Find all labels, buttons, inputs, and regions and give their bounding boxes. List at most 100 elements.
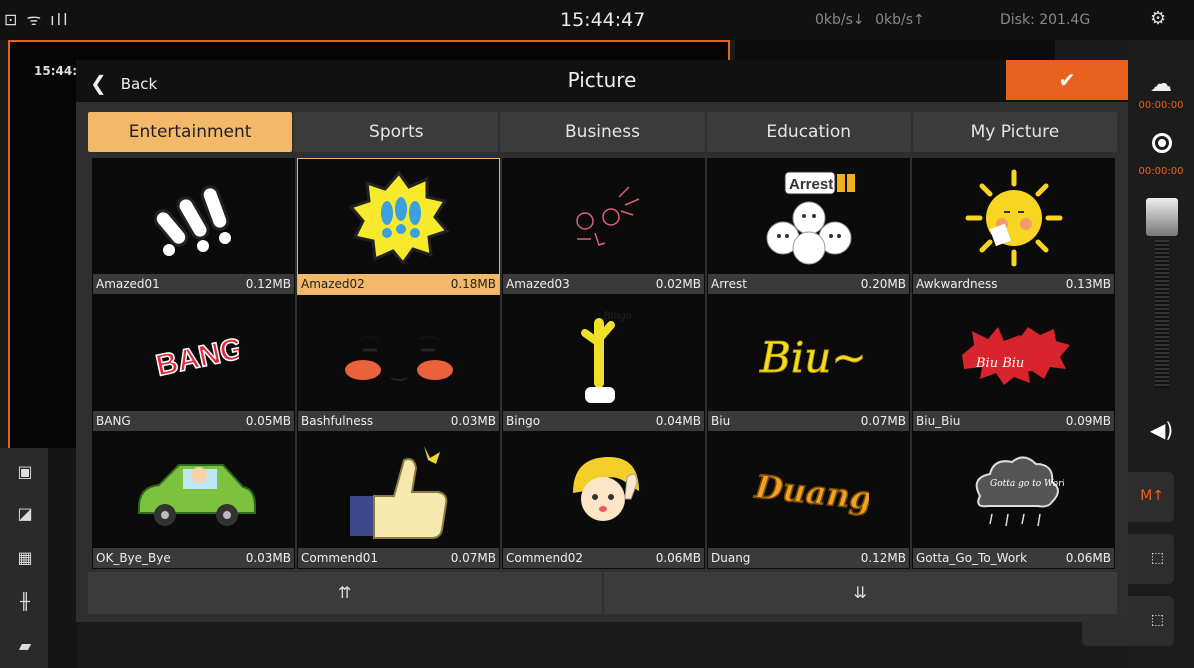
picture-size: 0.04MB	[655, 414, 701, 428]
biubiu-sticker-icon: Biu Biu	[913, 296, 1114, 413]
picture-name: Commend01	[301, 551, 378, 565]
picture-size: 0.03MB	[450, 414, 496, 428]
arrest-sticker-icon: Arrest	[708, 159, 909, 276]
picture-size: 0.05MB	[245, 414, 291, 428]
mixer-tool-icon[interactable]: ╫	[14, 592, 36, 614]
pip-tool-icon[interactable]: ◪	[14, 504, 36, 526]
confirm-button[interactable]: ✔	[1006, 60, 1128, 100]
girl-thumbs-sticker-icon	[503, 433, 704, 550]
picture-name: Commend02	[506, 551, 583, 565]
picture-caption: Gotta_Go_To_Work 0.06MB	[913, 548, 1114, 568]
picture-caption: Amazed01 0.12MB	[93, 274, 294, 294]
picture-grid: Amazed01 0.12MB Amazed02 0.18MB Amazed03 0.…	[92, 158, 1115, 569]
picture-caption: Awkwardness 0.13MB	[913, 274, 1114, 294]
sketch-face-sticker-icon	[503, 159, 704, 276]
picture-size: 0.20MB	[860, 277, 906, 291]
svg-text:Duang: Duang	[752, 467, 869, 517]
left-toolbar: ▣ ◪ ▦ ╫ ▰	[0, 448, 48, 668]
picture-item[interactable]: Arrest Arrest 0.20MB	[707, 158, 910, 295]
svg-text:Arrest: Arrest	[789, 176, 833, 193]
speaker-icon[interactable]: ◀)	[1150, 418, 1173, 442]
chevron-left-icon: ❮	[90, 71, 107, 95]
record-timer: 00:00:00	[1138, 166, 1184, 177]
picture-item[interactable]: Commend01 0.07MB	[297, 432, 500, 569]
picture-item[interactable]: Commend02 0.06MB	[502, 432, 705, 569]
picture-item[interactable]: Gotta go to Work Gotta_Go_To_Work 0.06MB	[912, 432, 1115, 569]
picture-item[interactable]: Amazed01 0.12MB	[92, 158, 295, 295]
picture-caption: Commend02 0.06MB	[503, 548, 704, 568]
back-label: Back	[120, 75, 158, 93]
picture-caption: Commend01 0.07MB	[298, 548, 499, 568]
picture-item[interactable]: Duang Duang 0.12MB	[707, 432, 910, 569]
picture-size: 0.07MB	[450, 551, 496, 565]
picture-caption: Bashfulness 0.03MB	[298, 411, 499, 431]
exclamation-sticker-icon	[93, 159, 294, 276]
tab-education[interactable]: Education	[706, 112, 911, 152]
tab-entertainment[interactable]: Entertainment	[88, 112, 293, 152]
tab-business[interactable]: Business	[500, 112, 705, 152]
dialog-header: Picture ❮ Back ✔	[76, 60, 1128, 102]
burst-sticker-icon	[298, 159, 499, 276]
picture-size: 0.06MB	[655, 551, 701, 565]
status-time: 15:44:47	[560, 9, 646, 31]
picture-name: Amazed02	[301, 277, 365, 291]
svg-text:BANG: BANG	[153, 332, 239, 380]
picture-name: Amazed03	[506, 277, 570, 291]
folder-tool-icon[interactable]: ▰	[14, 636, 36, 658]
picture-item[interactable]: Awkwardness 0.13MB	[912, 158, 1115, 295]
picture-caption: BANG 0.05MB	[93, 411, 294, 431]
picture-caption: Amazed02 0.18MB	[298, 274, 499, 294]
picture-size: 0.12MB	[860, 551, 906, 565]
preview-strip	[735, 40, 1055, 62]
bang-sticker-icon: BANG	[93, 296, 294, 413]
picture-name: Biu	[711, 414, 731, 428]
picture-item[interactable]: BANG BANG 0.05MB	[92, 295, 295, 432]
cloud-icon[interactable]: ☁	[1150, 72, 1172, 97]
picture-item[interactable]: Amazed02 0.18MB	[297, 158, 500, 295]
double-chevron-up-icon: ⇈	[338, 583, 352, 602]
svg-text:Biu~: Biu~	[759, 333, 864, 382]
sun-sticker-icon	[913, 159, 1114, 276]
picture-caption: Duang 0.12MB	[708, 548, 909, 568]
back-button[interactable]: ❮ Back	[90, 70, 158, 95]
picture-item[interactable]: OK_Bye_Bye 0.03MB	[92, 432, 295, 569]
page-up-button[interactable]: ⇈	[88, 572, 602, 614]
picture-size: 0.02MB	[655, 277, 701, 291]
dialog-title: Picture	[567, 68, 637, 92]
tab-sports[interactable]: Sports	[294, 112, 499, 152]
picture-name: Gotta_Go_To_Work	[916, 551, 1028, 565]
picture-caption: OK_Bye_Bye 0.03MB	[93, 548, 294, 568]
picture-item[interactable]: Amazed03 0.02MB	[502, 158, 705, 295]
biu-sticker-icon: Biu~	[708, 296, 909, 413]
status-bar: ⊡ ᯤ ıll 15:44:47 0kb/s↓ 0kb/s↑ Disk: 201…	[0, 0, 1194, 40]
picture-item[interactable]: Bingo Bingo 0.04MB	[502, 295, 705, 432]
picture-name: Amazed01	[96, 277, 160, 291]
picture-item[interactable]: Bashfulness 0.03MB	[297, 295, 500, 432]
page-down-button[interactable]: ⇊	[603, 572, 1117, 614]
picture-name: Duang	[711, 551, 751, 565]
picture-name: Biu_Biu	[916, 414, 961, 428]
picture-item[interactable]: Biu Biu Biu_Biu 0.09MB	[912, 295, 1115, 432]
picture-item[interactable]: Biu~ Biu 0.07MB	[707, 295, 910, 432]
picture-size: 0.18MB	[450, 277, 496, 291]
bingo-sticker-icon: Bingo	[503, 296, 704, 413]
svg-text:Bingo: Bingo	[603, 308, 632, 322]
picture-size: 0.06MB	[1065, 551, 1111, 565]
picture-tool-icon[interactable]: ▣	[14, 462, 36, 484]
disk-space: Disk: 201.4G	[1000, 12, 1091, 28]
gear-icon[interactable]: ⚙	[1150, 8, 1166, 29]
scoreboard-tool-icon[interactable]: ▦	[14, 548, 36, 570]
volume-fader[interactable]	[1146, 198, 1178, 236]
category-tabs: Entertainment Sports Business Education …	[88, 112, 1118, 152]
picture-size: 0.03MB	[245, 551, 291, 565]
record-button[interactable]	[1152, 133, 1172, 153]
picture-size: 0.12MB	[245, 277, 291, 291]
car-sticker-icon	[93, 433, 294, 550]
pager: ⇈ ⇊	[88, 572, 1117, 614]
picture-name: OK_Bye_Bye	[96, 551, 171, 565]
source-strip	[48, 448, 78, 668]
tab-my-picture[interactable]: My Picture	[912, 112, 1118, 152]
check-icon: ✔	[1058, 68, 1076, 92]
double-chevron-down-icon: ⇊	[853, 583, 867, 602]
duang-sticker-icon: Duang	[708, 433, 909, 550]
